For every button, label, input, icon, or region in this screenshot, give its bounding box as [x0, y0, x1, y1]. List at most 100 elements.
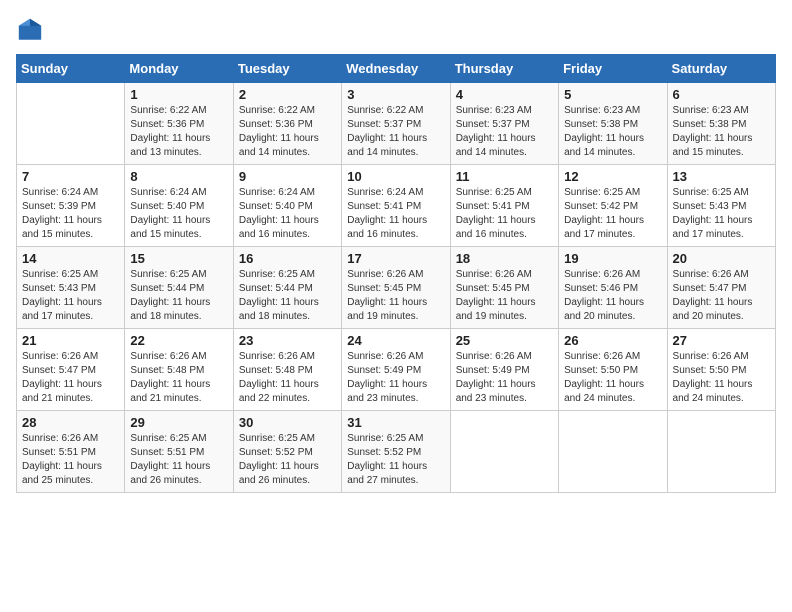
day-number: 26: [564, 333, 661, 348]
day-number: 21: [22, 333, 119, 348]
day-detail: Sunrise: 6:26 AMSunset: 5:49 PMDaylight:…: [456, 350, 553, 406]
day-detail: Sunrise: 6:25 AMSunset: 5:42 PMDaylight:…: [564, 186, 661, 242]
calendar-table: SundayMondayTuesdayWednesdayThursdayFrid…: [16, 54, 776, 493]
day-detail: Sunrise: 6:25 AMSunset: 5:52 PMDaylight:…: [347, 432, 444, 488]
day-cell: 29Sunrise: 6:25 AMSunset: 5:51 PMDayligh…: [125, 411, 233, 493]
day-cell: 14 Sunrise: 6:25 AMSunset: 5:43 PMDayligh…: [17, 247, 125, 329]
week-row-3: 14 Sunrise: 6:25 AMSunset: 5:43 PMDayligh…: [17, 247, 776, 329]
day-number: 5: [564, 87, 661, 102]
day-cell: 31 Sunrise: 6:25 AMSunset: 5:52 PMDayligh…: [342, 411, 450, 493]
day-cell: 15 Sunrise: 6:25 AMSunset: 5:44 PMDayligh…: [125, 247, 233, 329]
day-number: 10: [347, 169, 444, 184]
day-detail: Sunrise: 6:26 AMSunset: 5:46 PMDaylight:…: [564, 268, 661, 324]
header-sunday: Sunday: [17, 55, 125, 83]
day-number: 14: [22, 251, 119, 266]
week-row-5: 28 Sunrise: 6:26 AMSunset: 5:51 PMDayligh…: [17, 411, 776, 493]
day-detail: Sunrise: 6:26 AMSunset: 5:45 PMDaylight:…: [456, 268, 553, 324]
day-number: 8: [130, 169, 227, 184]
day-cell: 7 Sunrise: 6:24 AMSunset: 5:39 PMDaylight…: [17, 165, 125, 247]
header-monday: Monday: [125, 55, 233, 83]
day-number: 28: [22, 415, 119, 430]
day-number: 23: [239, 333, 336, 348]
day-cell: 19 Sunrise: 6:26 AMSunset: 5:46 PMDayligh…: [559, 247, 667, 329]
day-number: 30: [239, 415, 336, 430]
day-cell: 5Sunrise: 6:23 AMSunset: 5:38 PMDaylight…: [559, 83, 667, 165]
day-cell: 4 Sunrise: 6:23 AMSunset: 5:37 PMDaylight…: [450, 83, 558, 165]
day-number: 17: [347, 251, 444, 266]
day-cell: 22 Sunrise: 6:26 AMSunset: 5:48 PMDayligh…: [125, 329, 233, 411]
week-row-1: 1 Sunrise: 6:22 AMSunset: 5:36 PMDaylight…: [17, 83, 776, 165]
day-detail: Sunrise: 6:26 AMSunset: 5:48 PMDaylight:…: [239, 350, 336, 406]
day-cell: 16Sunrise: 6:25 AMSunset: 5:44 PMDayligh…: [233, 247, 341, 329]
day-number: 2: [239, 87, 336, 102]
header-thursday: Thursday: [450, 55, 558, 83]
day-number: 22: [130, 333, 227, 348]
day-cell: 10 Sunrise: 6:24 AMSunset: 5:41 PMDayligh…: [342, 165, 450, 247]
day-cell: 26Sunrise: 6:26 AMSunset: 5:50 PMDayligh…: [559, 329, 667, 411]
day-detail: Sunrise: 6:26 AMSunset: 5:45 PMDaylight:…: [347, 268, 444, 324]
day-number: 16: [239, 251, 336, 266]
day-cell: 27 Sunrise: 6:26 AMSunset: 5:50 PMDayligh…: [667, 329, 775, 411]
day-detail: Sunrise: 6:23 AMSunset: 5:38 PMDaylight:…: [673, 104, 770, 160]
day-detail: Sunrise: 6:26 AMSunset: 5:47 PMDaylight:…: [673, 268, 770, 324]
day-detail: Sunrise: 6:22 AMSunset: 5:36 PMDaylight:…: [239, 104, 336, 160]
day-cell: 3 Sunrise: 6:22 AMSunset: 5:37 PMDaylight…: [342, 83, 450, 165]
day-number: 15: [130, 251, 227, 266]
day-cell: 25 Sunrise: 6:26 AMSunset: 5:49 PMDayligh…: [450, 329, 558, 411]
day-detail: Sunrise: 6:24 AMSunset: 5:40 PMDaylight:…: [239, 186, 336, 242]
day-detail: Sunrise: 6:26 AMSunset: 5:49 PMDaylight:…: [347, 350, 444, 406]
day-cell: 28 Sunrise: 6:26 AMSunset: 5:51 PMDayligh…: [17, 411, 125, 493]
day-detail: Sunrise: 6:25 AMSunset: 5:44 PMDaylight:…: [130, 268, 227, 324]
header-tuesday: Tuesday: [233, 55, 341, 83]
day-cell: 2 Sunrise: 6:22 AMSunset: 5:36 PMDaylight…: [233, 83, 341, 165]
day-number: 6: [673, 87, 770, 102]
day-detail: Sunrise: 6:24 AMSunset: 5:40 PMDaylight:…: [130, 186, 227, 242]
day-number: 31: [347, 415, 444, 430]
day-cell: 23 Sunrise: 6:26 AMSunset: 5:48 PMDayligh…: [233, 329, 341, 411]
day-cell: 21 Sunrise: 6:26 AMSunset: 5:47 PMDayligh…: [17, 329, 125, 411]
day-cell: [667, 411, 775, 493]
day-detail: Sunrise: 6:26 AMSunset: 5:51 PMDaylight:…: [22, 432, 119, 488]
day-detail: Sunrise: 6:26 AMSunset: 5:48 PMDaylight:…: [130, 350, 227, 406]
day-number: 29: [130, 415, 227, 430]
day-detail: Sunrise: 6:22 AMSunset: 5:37 PMDaylight:…: [347, 104, 444, 160]
logo-icon: [16, 16, 44, 44]
day-cell: 17 Sunrise: 6:26 AMSunset: 5:45 PMDayligh…: [342, 247, 450, 329]
logo: [16, 16, 48, 44]
day-number: 24: [347, 333, 444, 348]
day-cell: 9 Sunrise: 6:24 AMSunset: 5:40 PMDaylight…: [233, 165, 341, 247]
day-number: 7: [22, 169, 119, 184]
day-detail: Sunrise: 6:24 AMSunset: 5:41 PMDaylight:…: [347, 186, 444, 242]
day-detail: Sunrise: 6:26 AMSunset: 5:50 PMDaylight:…: [673, 350, 770, 406]
day-number: 19: [564, 251, 661, 266]
day-number: 3: [347, 87, 444, 102]
day-detail: Sunrise: 6:23 AMSunset: 5:37 PMDaylight:…: [456, 104, 553, 160]
page-header: [16, 16, 776, 44]
day-detail: Sunrise: 6:25 AMSunset: 5:43 PMDaylight:…: [22, 268, 119, 324]
header-row: SundayMondayTuesdayWednesdayThursdayFrid…: [17, 55, 776, 83]
day-cell: 13Sunrise: 6:25 AMSunset: 5:43 PMDayligh…: [667, 165, 775, 247]
day-cell: 6 Sunrise: 6:23 AMSunset: 5:38 PMDaylight…: [667, 83, 775, 165]
day-detail: Sunrise: 6:25 AMSunset: 5:43 PMDaylight:…: [673, 186, 770, 242]
day-detail: Sunrise: 6:26 AMSunset: 5:47 PMDaylight:…: [22, 350, 119, 406]
week-row-4: 21 Sunrise: 6:26 AMSunset: 5:47 PMDayligh…: [17, 329, 776, 411]
header-wednesday: Wednesday: [342, 55, 450, 83]
day-number: 4: [456, 87, 553, 102]
day-cell: 8 Sunrise: 6:24 AMSunset: 5:40 PMDaylight…: [125, 165, 233, 247]
header-friday: Friday: [559, 55, 667, 83]
day-number: 18: [456, 251, 553, 266]
day-cell: 11Sunrise: 6:25 AMSunset: 5:41 PMDayligh…: [450, 165, 558, 247]
day-number: 12: [564, 169, 661, 184]
header-saturday: Saturday: [667, 55, 775, 83]
day-cell: 1 Sunrise: 6:22 AMSunset: 5:36 PMDaylight…: [125, 83, 233, 165]
day-cell: [559, 411, 667, 493]
day-cell: 20Sunrise: 6:26 AMSunset: 5:47 PMDayligh…: [667, 247, 775, 329]
day-cell: 24 Sunrise: 6:26 AMSunset: 5:49 PMDayligh…: [342, 329, 450, 411]
day-number: 25: [456, 333, 553, 348]
day-number: 9: [239, 169, 336, 184]
day-number: 1: [130, 87, 227, 102]
day-detail: Sunrise: 6:22 AMSunset: 5:36 PMDaylight:…: [130, 104, 227, 160]
day-number: 11: [456, 169, 553, 184]
day-number: 27: [673, 333, 770, 348]
day-detail: Sunrise: 6:24 AMSunset: 5:39 PMDaylight:…: [22, 186, 119, 242]
